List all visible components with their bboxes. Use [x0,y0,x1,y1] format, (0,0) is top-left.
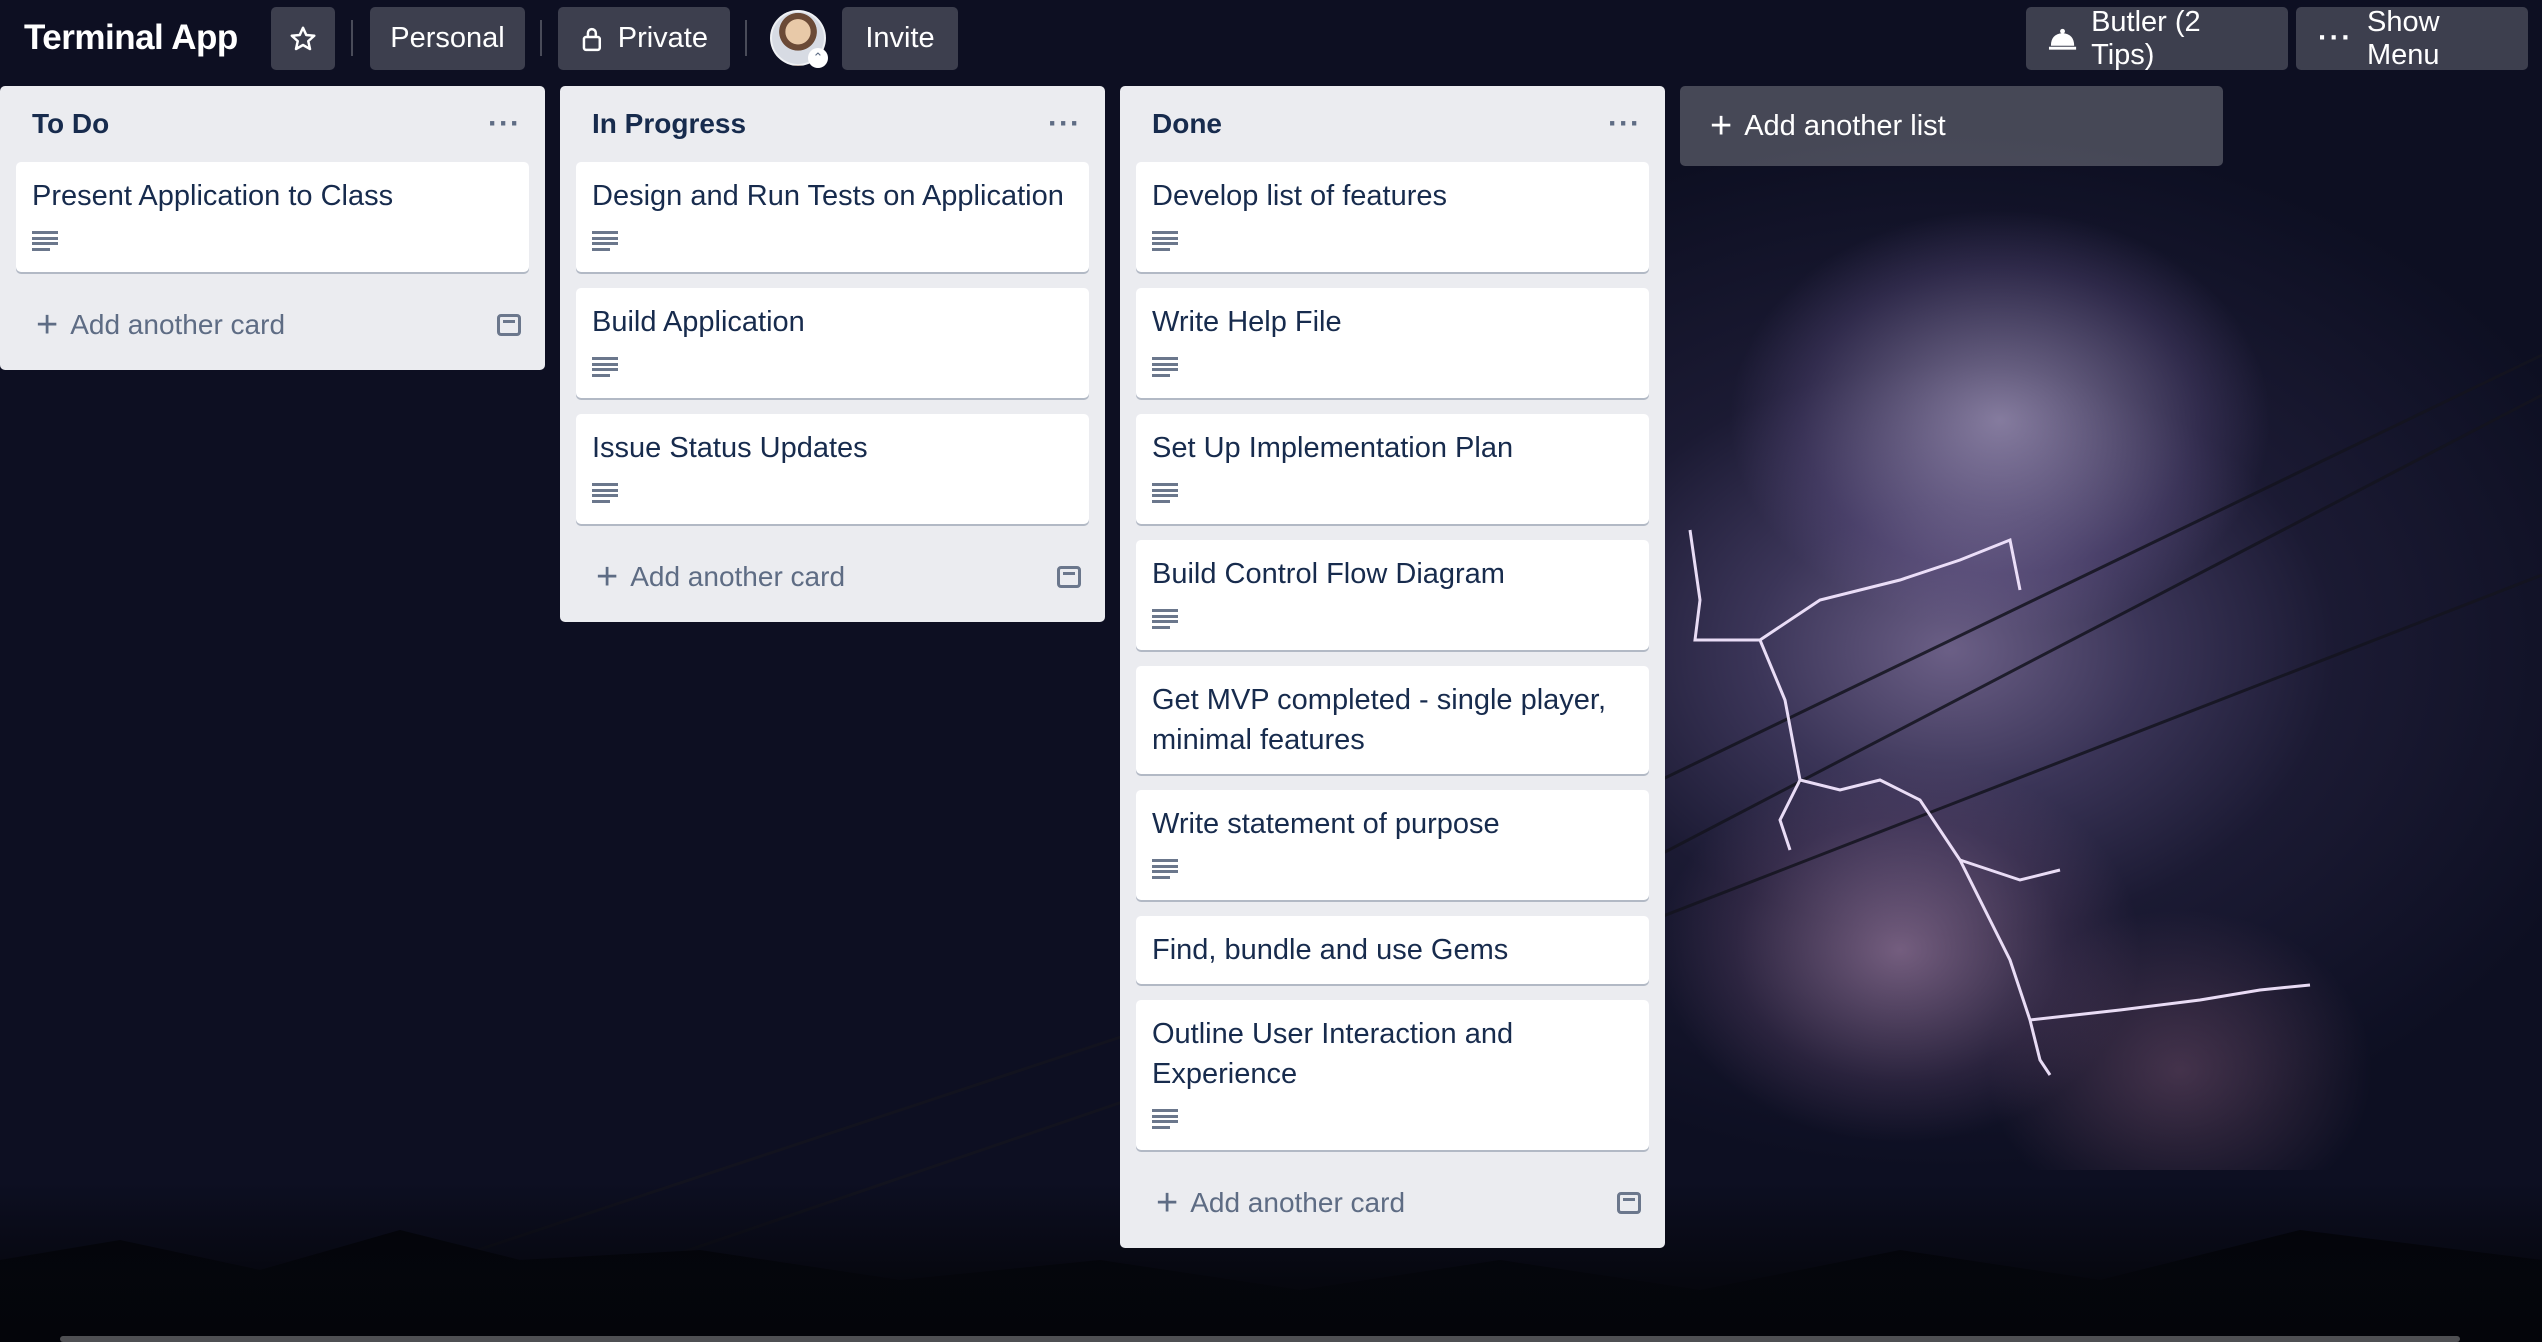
description-icon [592,483,618,503]
card-badges [1152,350,1633,384]
admin-chevron-icon: ⌃ [808,48,828,68]
list-menu-icon[interactable]: ··· [1608,107,1649,141]
card-badges [32,224,513,258]
card-badges [1152,852,1633,886]
card-badges [1152,602,1633,636]
card[interactable]: Present Application to Class [16,162,529,272]
header-divider [745,20,747,56]
description-icon [1152,609,1178,629]
card-badges [1152,224,1633,258]
card-template-icon[interactable] [1617,1192,1641,1214]
list-menu-icon[interactable]: ··· [1048,107,1089,141]
board-horizontal-scrollbar[interactable] [60,1336,2460,1342]
card-title: Write statement of purpose [1152,808,1500,840]
list-title[interactable]: Done [1136,108,1222,140]
add-card-button[interactable]: + Add another card [596,558,845,596]
invite-label: Invite [865,22,935,54]
list-header: To Do ··· [16,86,529,162]
card[interactable]: Build Application [576,288,1089,398]
card[interactable]: Get MVP completed - single player, minim… [1136,666,1649,774]
card[interactable]: Develop list of features [1136,162,1649,272]
add-card-button[interactable]: + Add another card [1156,1184,1405,1222]
description-icon [32,231,58,251]
show-menu-label: Show Menu [2366,5,2440,71]
card-title: Write Help File [1152,306,1342,338]
card[interactable]: Write statement of purpose [1136,790,1649,900]
list-header: In Progress ··· [576,86,1089,162]
list-footer: + Add another card [576,540,1089,614]
add-card-label: Add another card [1190,1187,1406,1218]
description-icon [1152,483,1178,503]
card-title: Develop list of features [1152,180,1447,212]
star-button[interactable] [271,7,335,70]
description-icon [1152,357,1178,377]
card-title: Set Up Implementation Plan [1152,432,1514,464]
description-icon [592,357,618,377]
card-title: Design and Run Tests on Application [592,180,1064,212]
card-title: Get MVP completed - single player, minim… [1152,684,1607,756]
card-title: Find, bundle and use Gems [1152,934,1509,966]
card-title: Issue Status Updates [592,432,868,464]
add-card-button[interactable]: + Add another card [36,306,285,344]
card-badges [592,476,1073,510]
card[interactable]: Design and Run Tests on Application [576,162,1089,272]
list-title[interactable]: In Progress [576,108,746,140]
add-list-button[interactable]: + Add another list [1680,86,2223,166]
card-title: Outline User Interaction and Experience [1152,1018,1514,1090]
plus-icon: + [1710,105,1733,147]
plus-icon: + [36,304,59,346]
star-icon [290,26,316,50]
add-list-label: Add another list [1744,109,1946,142]
invite-button[interactable]: Invite [842,7,958,70]
list-to-do: To Do ··· Present Application to Class +… [0,86,545,370]
show-menu-button[interactable]: ··· Show Menu [2296,5,2528,71]
description-icon [592,231,618,251]
team-visibility-label: Personal [390,22,505,54]
add-card-label: Add another card [70,309,286,340]
storm-clouds-background [1640,170,2540,1170]
butler-label: Butler (2 Tips) [2091,5,2201,71]
add-card-label: Add another card [630,561,846,592]
card-title: Present Application to Class [32,180,394,212]
card[interactable]: Issue Status Updates [576,414,1089,524]
list-menu-icon[interactable]: ··· [488,107,529,141]
privacy-label: Private [617,22,708,54]
card-badges [592,350,1073,384]
more-icon: ··· [2318,22,2353,54]
butler-button[interactable]: Butler (2 Tips) [2026,5,2288,71]
card-template-icon[interactable] [1057,566,1081,588]
privacy-button[interactable]: Private [558,7,730,70]
card[interactable]: Outline User Interaction and Experience [1136,1000,1649,1150]
card-title: Build Application [592,306,805,338]
card[interactable]: Find, bundle and use Gems [1136,916,1649,984]
card[interactable]: Write Help File [1136,288,1649,398]
header-divider [540,20,542,56]
bell-icon [2048,28,2077,50]
team-visibility-button[interactable]: Personal [370,7,525,70]
description-icon [1152,859,1178,879]
card-title: Build Control Flow Diagram [1152,558,1505,590]
member-avatar[interactable]: ⌃ [770,10,828,68]
card[interactable]: Build Control Flow Diagram [1136,540,1649,650]
board-header: Terminal App Personal Private ⌃ Invite B… [0,0,2542,76]
plus-icon: + [596,556,619,598]
plus-icon: + [1156,1182,1179,1224]
header-divider [351,20,353,56]
lock-icon [582,27,602,51]
list-header: Done ··· [1136,86,1649,162]
list-footer: + Add another card [1136,1166,1649,1240]
list-footer: + Add another card [16,288,529,362]
board-title[interactable]: Terminal App [24,12,238,64]
card-badges [1152,476,1633,510]
list-in-progress: In Progress ··· Design and Run Tests on … [560,86,1105,622]
description-icon [1152,231,1178,251]
card[interactable]: Set Up Implementation Plan [1136,414,1649,524]
description-icon [1152,1109,1178,1129]
list-done: Done ··· Develop list of features Write … [1120,86,1665,1248]
card-badges [1152,1102,1633,1136]
card-badges [592,224,1073,258]
card-template-icon[interactable] [497,314,521,336]
list-title[interactable]: To Do [16,108,109,140]
